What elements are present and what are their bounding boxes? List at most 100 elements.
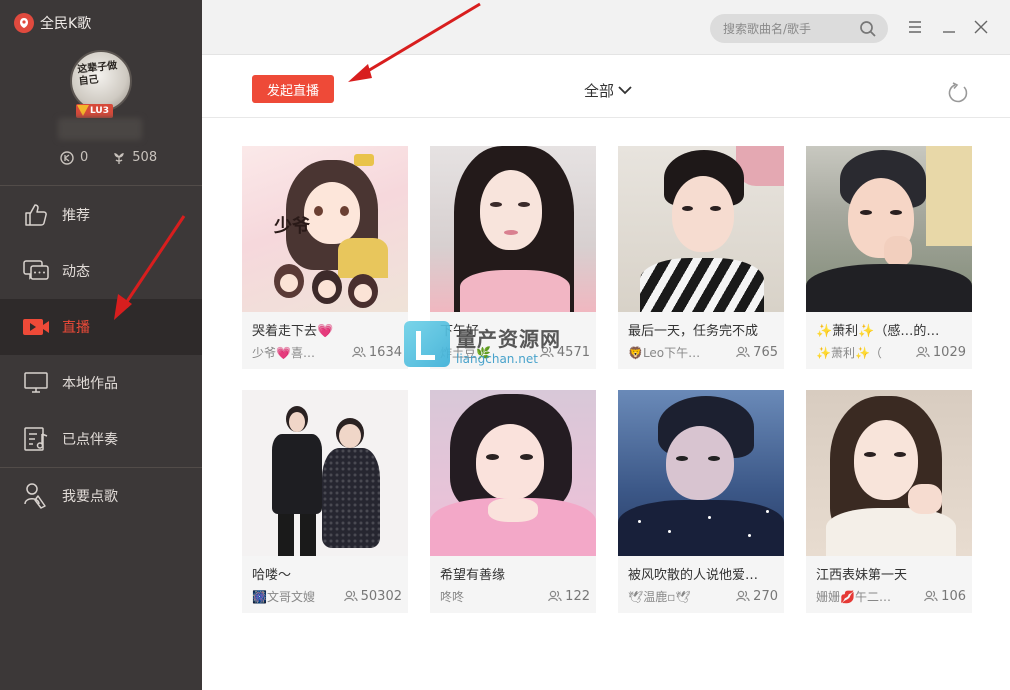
- viewer-number: 122: [565, 588, 590, 604]
- avatar[interactable]: 这辈子做自己 LU3: [70, 50, 132, 118]
- live-room-card[interactable]: 江西表妹第一天 姗姗💋午二… 106: [806, 390, 972, 613]
- sidebar-item-local-works[interactable]: 本地作品: [0, 355, 202, 411]
- room-author: 🎆文哥文嫂: [252, 589, 315, 604]
- chevron-down-icon: [618, 81, 632, 99]
- room-author: 炸土豆🌿: [440, 345, 491, 360]
- minimize-icon[interactable]: [940, 18, 958, 36]
- room-title: 哈喽～: [252, 568, 292, 583]
- viewer-number: 4571: [556, 344, 590, 360]
- chat-icon: [22, 257, 50, 285]
- username-blurred: [58, 118, 142, 140]
- sidebar-item-label: 我要点歌: [62, 489, 118, 505]
- music-list-icon: [22, 425, 50, 453]
- room-title: 最后一天，任务完不成: [628, 324, 759, 339]
- viewer-count: 106: [924, 589, 966, 604]
- app-logo-icon: [14, 13, 34, 33]
- viewer-count: 765: [736, 345, 778, 360]
- live-toolbar: 发起直播 全部: [202, 56, 1010, 118]
- room-meta: 🦁Leo下午… 765: [628, 344, 778, 360]
- viewers-icon: [736, 590, 750, 602]
- room-title: 江西表妹第一天: [816, 568, 908, 583]
- room-author: 少爷💗喜…: [252, 345, 315, 360]
- live-room-card[interactable]: 下午好 炸土豆🌿 4571: [430, 146, 596, 369]
- room-thumbnail: [618, 146, 784, 312]
- live-video-icon: [22, 313, 50, 341]
- room-author: 🕊温鹿▫🕊: [628, 589, 691, 604]
- refresh-icon[interactable]: [946, 81, 970, 105]
- sidebar-item-feed[interactable]: 动态: [0, 243, 202, 299]
- pick-song-icon: [22, 482, 50, 510]
- category-filter[interactable]: 全部: [584, 78, 632, 102]
- room-meta: 🕊温鹿▫🕊 270: [628, 588, 778, 604]
- level-badge: LU3: [76, 104, 113, 118]
- room-thumbnail: [430, 390, 596, 556]
- search-box[interactable]: [710, 14, 888, 43]
- viewer-number: 765: [753, 344, 778, 360]
- sidebar-item-label: 本地作品: [62, 376, 118, 392]
- sidebar-item-label: 直播: [62, 320, 90, 336]
- live-room-card[interactable]: 最后一天，任务完不成 🦁Leo下午… 765: [618, 146, 784, 369]
- live-room-card[interactable]: ✨萧利✨（感…的… ✨萧利✨（ 1029: [806, 146, 972, 369]
- sidebar-item-label: 动态: [62, 264, 90, 280]
- room-meta: 🎆文哥文嫂 50302: [252, 588, 402, 604]
- room-title: 下午好: [440, 324, 480, 339]
- search-input[interactable]: [723, 21, 858, 36]
- viewer-number: 1634: [368, 344, 402, 360]
- close-icon[interactable]: [972, 18, 990, 36]
- app-title: 全民K歌: [40, 16, 92, 32]
- menu-icon[interactable]: [906, 18, 924, 36]
- live-room-card[interactable]: 哈喽～ 🎆文哥文嫂 50302: [242, 390, 408, 613]
- avatar-calligraphy: 这辈子做自己: [76, 60, 118, 88]
- coin-count: 0: [80, 150, 89, 165]
- viewers-icon: [924, 590, 938, 602]
- live-room-card[interactable]: 被风吹散的人说他爱… 🕊温鹿▫🕊 270: [618, 390, 784, 613]
- viewer-count: 4571: [540, 345, 590, 360]
- room-meta: 少爷💗喜… 1634: [252, 344, 402, 360]
- app-title-bar: 全民K歌: [14, 12, 91, 34]
- room-thumbnail: [242, 390, 408, 556]
- room-meta: 姗姗💋午二… 106: [816, 588, 966, 604]
- room-meta: ✨萧利✨（ 1029: [816, 344, 966, 360]
- viewers-icon: [343, 590, 358, 602]
- viewers-icon: [916, 346, 930, 358]
- room-title: ✨萧利✨（感…的…: [816, 324, 940, 339]
- viewer-count: 1634: [352, 345, 402, 360]
- viewers-icon: [548, 590, 562, 602]
- main-panel: 发起直播 全部 少爷: [202, 0, 1010, 690]
- room-author: 🦁Leo下午…: [628, 345, 701, 360]
- sidebar-item-label: 推荐: [62, 208, 90, 224]
- viewer-number: 106: [941, 588, 966, 604]
- room-meta: 咚咚 122: [440, 588, 590, 604]
- viewers-icon: [352, 346, 366, 358]
- thumbs-up-icon: [22, 201, 50, 229]
- room-title: 哭着走下去💗: [252, 324, 334, 339]
- sidebar-item-recommend[interactable]: 推荐: [0, 187, 202, 243]
- viewer-count: 270: [736, 589, 778, 604]
- room-title: 被风吹散的人说他爱…: [628, 568, 759, 583]
- room-thumbnail: [618, 390, 784, 556]
- room-thumbnail: [806, 146, 972, 312]
- viewer-count: 1029: [916, 345, 966, 360]
- room-author: 咚咚: [440, 589, 465, 604]
- start-live-button[interactable]: 发起直播: [252, 75, 334, 103]
- filter-label: 全部: [584, 81, 615, 100]
- k-coin-icon: [60, 150, 74, 165]
- sidebar-item-accompaniment[interactable]: 已点伴奏: [0, 411, 202, 467]
- top-bar: [202, 0, 1010, 55]
- viewers-icon: [540, 346, 554, 358]
- room-thumbnail: [430, 146, 596, 312]
- flower-count: 508: [132, 150, 158, 165]
- search-icon[interactable]: [858, 19, 878, 39]
- room-thumbnail: 少爷: [242, 146, 408, 312]
- viewer-count: 122: [548, 589, 590, 604]
- room-author: ✨萧利✨（: [816, 345, 882, 360]
- live-room-card[interactable]: 希望有善缘 咚咚 122: [430, 390, 596, 613]
- monitor-icon: [22, 369, 50, 397]
- sidebar-item-live[interactable]: 直播: [0, 299, 202, 355]
- sidebar-divider: [0, 185, 202, 186]
- live-room-card[interactable]: 少爷 哭着走下去💗 少爷💗喜… 1634: [242, 146, 408, 369]
- room-thumbnail: [806, 390, 972, 556]
- sidebar: 全民K歌 这辈子做自己 LU3 0 508 推荐 动态 直播 本地作品 已点伴奏…: [0, 0, 202, 690]
- room-title: 希望有善缘: [440, 568, 506, 583]
- sidebar-item-pick-song[interactable]: 我要点歌: [0, 468, 202, 524]
